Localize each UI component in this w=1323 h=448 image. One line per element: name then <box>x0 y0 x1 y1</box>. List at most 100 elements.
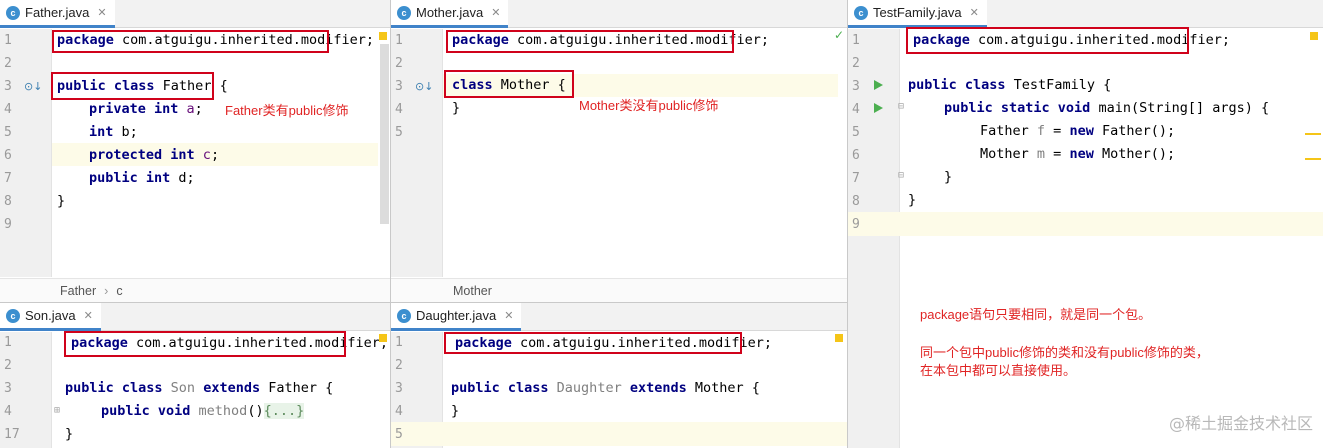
breadcrumb-item[interactable]: Father <box>60 284 96 298</box>
line-number: 2 <box>395 358 403 373</box>
line-number: 5 <box>395 427 403 442</box>
line-number: 4 <box>4 404 12 419</box>
code-line[interactable]: } <box>452 97 460 120</box>
code-line[interactable]: } <box>57 190 65 213</box>
line-number: 9 <box>852 217 860 232</box>
line-number: 4 <box>395 404 403 419</box>
warning-marker[interactable] <box>835 334 843 342</box>
line-number: 6 <box>852 148 860 163</box>
line-number: 5 <box>852 125 860 140</box>
line-number: 5 <box>395 125 403 140</box>
run-icon[interactable] <box>874 80 883 90</box>
watermark: @稀土掘金技术社区 <box>1168 414 1313 433</box>
code-line[interactable]: } <box>65 423 73 446</box>
class-decl-highlight-box <box>51 72 214 100</box>
close-icon[interactable]: ✕ <box>970 6 979 19</box>
package-highlight-box <box>446 30 734 53</box>
warning-marker[interactable] <box>379 32 387 40</box>
warning-stripe[interactable] <box>1305 158 1321 160</box>
scrollbar[interactable] <box>380 44 389 224</box>
code-line[interactable]: Mother m = new Mother(); <box>980 143 1175 166</box>
code-line[interactable]: protected int c; <box>89 144 219 167</box>
line-number: 1 <box>852 33 860 48</box>
code-line[interactable]: } <box>451 400 459 423</box>
father-tabbar: c Father.java ✕ <box>0 0 390 28</box>
code-line[interactable]: } <box>944 166 952 189</box>
tab-son-java[interactable]: c Son.java ✕ <box>0 303 101 331</box>
code-line[interactable]: public class TestFamily { <box>908 74 1111 97</box>
line-number: 7 <box>852 171 860 186</box>
annotation-note: Mother类没有public修饰 <box>579 98 719 113</box>
line-number: 7 <box>4 171 12 186</box>
line-number: 1 <box>395 33 403 48</box>
breadcrumb: Mother <box>391 278 847 302</box>
close-icon[interactable]: ✕ <box>84 309 93 322</box>
line-number: 17 <box>4 427 20 442</box>
daughter-editor-pane[interactable]: c Daughter.java ✕ 1 2 3 4 5 package com.… <box>391 302 848 448</box>
warning-stripe[interactable] <box>1305 133 1321 135</box>
code-line[interactable]: public class Son extends Father { <box>65 377 333 400</box>
tab-label: Daughter.java <box>416 308 497 323</box>
tab-label: Father.java <box>25 5 90 20</box>
class-icon: c <box>6 5 20 20</box>
code-line[interactable]: private int a; <box>89 98 203 121</box>
son-editor-pane[interactable]: c Son.java ✕ 1 2 3 4 17 ⊞ package com.at… <box>0 302 391 448</box>
code-line[interactable]: Father f = new Father(); <box>980 120 1175 143</box>
father-editor-pane[interactable]: c Father.java ✕ 1 2 3 4 5 6 7 8 9 ⊙↓ pac… <box>0 0 391 302</box>
line-number: 2 <box>4 56 12 71</box>
subclass-gutter-icon[interactable]: ⊙↓ <box>415 80 433 93</box>
fold-icon[interactable]: ⊟ <box>898 101 904 112</box>
warning-marker[interactable] <box>1310 32 1318 40</box>
line-number: 4 <box>395 102 403 117</box>
line-number: 3 <box>4 381 12 396</box>
testfamily-tabbar: c TestFamily.java ✕ <box>848 0 1323 28</box>
code-line[interactable]: public int d; <box>89 167 195 190</box>
line-number: 3 <box>852 79 860 94</box>
mother-tabbar: c Mother.java ✕ <box>391 0 847 28</box>
tab-father-java[interactable]: c Father.java ✕ <box>0 0 115 28</box>
package-highlight-box <box>444 332 742 354</box>
package-highlight-box <box>52 30 329 53</box>
mother-editor-pane[interactable]: c Mother.java ✕ 1 2 3 4 5 ⊙↓ package com… <box>391 0 848 302</box>
class-icon: c <box>6 308 20 323</box>
annotation-note: package语句只要相同，就是同一个包。 <box>920 307 1152 322</box>
breadcrumb-item[interactable]: c <box>116 284 122 298</box>
close-icon[interactable]: ✕ <box>491 6 500 19</box>
line-number: 4 <box>852 102 860 117</box>
current-line-highlight <box>848 212 1323 236</box>
code-line[interactable]: public static void main(String[] args) { <box>944 97 1269 120</box>
line-number: 2 <box>852 56 860 71</box>
line-number: 5 <box>4 125 12 140</box>
testfamily-editor-pane[interactable]: c TestFamily.java ✕ 1 2 3 4 5 6 7 8 9 ⊟ … <box>848 0 1323 448</box>
warning-marker[interactable] <box>379 334 387 342</box>
line-number: 2 <box>4 358 12 373</box>
line-number: 1 <box>4 33 12 48</box>
breadcrumb-separator: › <box>104 283 109 298</box>
son-tabbar: c Son.java ✕ <box>0 303 390 331</box>
code-line[interactable]: int b; <box>89 121 138 144</box>
check-icon: ✓ <box>834 28 845 42</box>
line-number: 3 <box>4 79 12 94</box>
package-highlight-box <box>64 331 346 357</box>
code-line[interactable]: public class Daughter extends Mother { <box>451 377 760 400</box>
tab-label: Son.java <box>25 308 76 323</box>
tab-daughter-java[interactable]: c Daughter.java ✕ <box>391 303 522 331</box>
breadcrumb: Father › c <box>0 278 390 302</box>
tab-mother-java[interactable]: c Mother.java ✕ <box>391 0 509 28</box>
daughter-tabbar: c Daughter.java ✕ <box>391 303 847 331</box>
close-icon[interactable]: ✕ <box>97 6 106 19</box>
breadcrumb-item[interactable]: Mother <box>453 284 492 298</box>
close-icon[interactable]: ✕ <box>504 309 513 322</box>
line-number: 2 <box>395 56 403 71</box>
fold-icon[interactable]: ⊟ <box>898 170 904 181</box>
line-number: 6 <box>4 148 12 163</box>
fold-icon[interactable]: ⊞ <box>54 405 60 416</box>
line-number: 1 <box>395 335 403 350</box>
run-icon[interactable] <box>874 103 883 113</box>
code-line[interactable]: public void method(){...} <box>101 400 305 423</box>
current-line-highlight <box>391 422 847 446</box>
tab-testfamily-java[interactable]: c TestFamily.java ✕ <box>848 0 987 28</box>
code-line[interactable]: } <box>908 189 916 212</box>
subclass-gutter-icon[interactable]: ⊙↓ <box>24 80 42 93</box>
line-number: 3 <box>395 381 403 396</box>
